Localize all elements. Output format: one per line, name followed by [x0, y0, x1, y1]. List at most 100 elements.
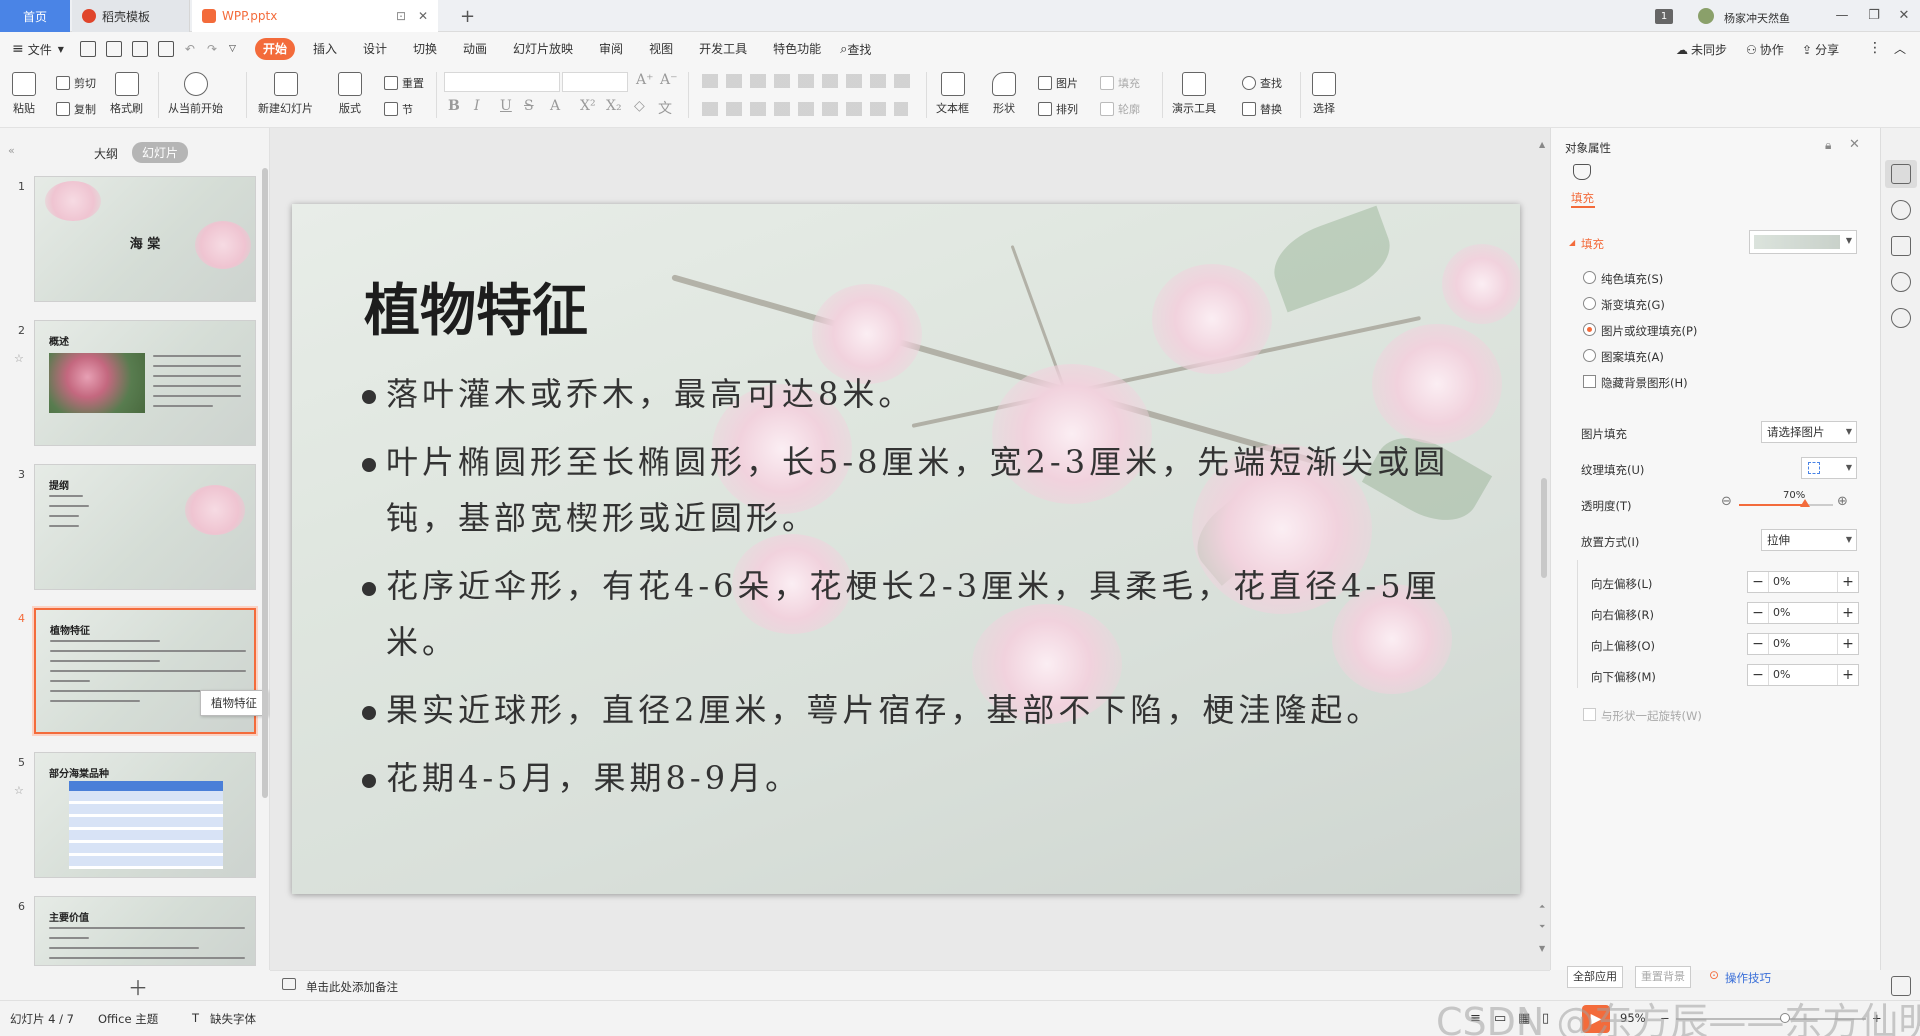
offset-right-value[interactable]: 0% [1768, 603, 1838, 623]
tab-transition[interactable]: 切换 [405, 38, 445, 60]
layers-icon[interactable] [1891, 236, 1911, 256]
cut-button[interactable]: 剪切 [56, 74, 96, 92]
undo-icon[interactable]: ↶ [185, 42, 195, 56]
paragraph-tools-row1[interactable] [702, 74, 916, 88]
radio-gradient-fill[interactable] [1583, 297, 1596, 310]
slide-thumbnail-3[interactable]: 提纲 [34, 464, 256, 590]
picture-button[interactable]: 图片 [1038, 74, 1078, 92]
bullet-item[interactable]: 叶片椭圆形至长椭圆形，长5-8厘米，宽2-3厘米，先端短渐尖或圆钝，基部宽楔形或… [362, 434, 1452, 546]
radio-picture-fill-label[interactable]: 图片或纹理填充(P) [1601, 323, 1697, 339]
prev-slide-icon[interactable]: ⏶ [1539, 902, 1545, 912]
offset-left-value[interactable]: 0% [1768, 572, 1838, 592]
transparency-increase-icon[interactable]: ⊕ [1837, 494, 1848, 509]
arrange-button[interactable]: 排列 [1038, 100, 1078, 118]
fill-bucket-icon[interactable] [1573, 164, 1591, 180]
collapse-ribbon-icon[interactable]: ︿ [1894, 40, 1906, 57]
bullet-item[interactable]: 果实近球形，直径2厘米，萼片宿存，基部不下陷，梗洼隆起。 [362, 682, 1452, 738]
notes-pane[interactable]: 单击此处添加备注 [270, 970, 1550, 1000]
superscript-icon[interactable]: X² [580, 98, 596, 114]
reset-background-button[interactable]: 重置背景 [1635, 966, 1691, 988]
tab-document[interactable]: WPP.pptx ⊡ ✕ [192, 0, 438, 32]
radio-gradient-fill-label[interactable]: 渐变填充(G) [1601, 297, 1665, 313]
strikethrough-icon[interactable]: S [524, 98, 534, 114]
hide-background-label[interactable]: 隐藏背景图形(H) [1601, 375, 1688, 391]
print-icon[interactable] [131, 41, 148, 57]
offset-bottom-spinner[interactable]: −0% + [1747, 664, 1859, 686]
tab-insert[interactable]: 插入 [305, 38, 345, 60]
subscript-icon[interactable]: X₂ [606, 98, 622, 114]
play-from-current-button[interactable]: 从当前开始 [168, 72, 223, 116]
canvas-scrollbar[interactable] [1541, 478, 1547, 578]
layout-button[interactable]: 版式 [338, 72, 362, 116]
collab-button[interactable]: ⚇ 协作 [1746, 41, 1784, 58]
transparency-decrease-icon[interactable]: ⊖ [1721, 494, 1732, 509]
help-icon[interactable] [1891, 272, 1911, 292]
transparency-slider[interactable] [1739, 499, 1833, 507]
radio-pattern-fill-label[interactable]: 图案填充(A) [1601, 349, 1664, 365]
underline-icon[interactable]: U [500, 98, 512, 114]
tab-developer[interactable]: 开发工具 [691, 38, 755, 60]
bullet-item[interactable]: 花期4-5月，果期8-9月。 [362, 750, 1452, 806]
font-family-dropdown[interactable] [444, 72, 560, 92]
offset-bottom-value[interactable]: 0% [1768, 665, 1838, 685]
add-slide-icon[interactable]: ＋ [128, 972, 148, 1001]
star-icon[interactable] [1891, 200, 1911, 220]
replace-button[interactable]: 替换 [1242, 100, 1282, 118]
notes-placeholder[interactable]: 单击此处添加备注 [306, 979, 398, 995]
tab-view[interactable]: 视图 [641, 38, 681, 60]
tab-fill[interactable]: 填充 [1571, 190, 1594, 206]
tab-review[interactable]: 审阅 [591, 38, 631, 60]
new-tab-button[interactable]: + [450, 0, 485, 32]
placement-dropdown[interactable]: 拉伸 ▼ [1761, 529, 1857, 551]
increment-icon[interactable]: + [1838, 665, 1858, 685]
share-button[interactable]: ⇪ 分享 [1802, 41, 1839, 58]
section-button[interactable]: 节 [384, 100, 413, 118]
format-painter-button[interactable]: 格式刷 [110, 72, 143, 116]
tab-slideshow[interactable]: 幻灯片放映 [505, 38, 581, 60]
tab-special[interactable]: 特色功能 [765, 38, 829, 60]
lock-icon[interactable]: 🔒︎ [1825, 138, 1831, 153]
offset-top-value[interactable]: 0% [1768, 634, 1838, 654]
panel-title[interactable]: 对象属性 [1565, 140, 1611, 156]
fill-button[interactable]: 填充 [1100, 74, 1140, 92]
decrement-icon[interactable]: − [1748, 665, 1768, 685]
slide-canvas[interactable]: 植物特征 落叶灌木或乔木，最高可达8米。 叶片椭圆形至长椭圆形，长5-8厘米，宽… [292, 204, 1520, 894]
radio-solid-fill[interactable] [1583, 271, 1596, 284]
shape-button[interactable]: 形状 [992, 72, 1016, 116]
offset-left-spinner[interactable]: −0% + [1747, 571, 1859, 593]
tab-animation[interactable]: 动画 [455, 38, 495, 60]
apply-all-button[interactable]: 全部应用 [1567, 966, 1623, 988]
increment-icon[interactable]: + [1838, 603, 1858, 623]
maximize-button[interactable]: ❐ [1864, 6, 1884, 26]
sync-status[interactable]: ☁ 未同步 [1676, 41, 1727, 58]
bold-icon[interactable]: B [448, 98, 460, 114]
tab-home-ribbon[interactable]: 开始 [254, 38, 295, 60]
slide-thumbnail-5[interactable]: 部分海棠品种 [34, 752, 256, 878]
copy-button[interactable]: 复制 [56, 100, 96, 118]
next-slide-icon[interactable]: ⏷ [1539, 922, 1545, 932]
quick-access-more-icon[interactable]: ▽ [229, 44, 236, 54]
avatar[interactable] [1698, 8, 1714, 24]
rotate-with-shape-checkbox[interactable] [1583, 708, 1596, 721]
select-button[interactable]: 选择 [1312, 72, 1336, 116]
outline-button[interactable]: 轮廓 [1100, 100, 1140, 118]
radio-pattern-fill[interactable] [1583, 349, 1596, 362]
clear-format-icon[interactable]: ◇ [634, 98, 645, 114]
fill-section-label[interactable]: 填充 [1581, 236, 1604, 252]
tab-pin-icon[interactable]: ⊡ [396, 9, 406, 23]
tab-slides[interactable]: 幻灯片 [132, 142, 189, 163]
italic-icon[interactable]: I [474, 98, 480, 114]
close-button[interactable]: ✕ [1894, 6, 1914, 26]
texture-fill-dropdown[interactable]: ▼ [1801, 457, 1857, 479]
textbox-button[interactable]: 文本框 [936, 72, 969, 116]
search-command[interactable]: ⌕ 查找 [840, 41, 871, 58]
decrement-icon[interactable]: − [1748, 572, 1768, 592]
print-preview-icon[interactable] [157, 41, 174, 57]
radio-picture-fill[interactable] [1583, 323, 1596, 336]
tips-link[interactable]: 操作技巧 [1725, 970, 1771, 986]
increase-font-icon[interactable]: A⁺ [636, 72, 654, 88]
presentation-tools-button[interactable]: 演示工具 [1172, 72, 1216, 116]
paragraph-tools-row2[interactable] [702, 102, 908, 116]
section-expand-icon[interactable]: ◢ [1569, 238, 1575, 247]
slide-thumbnail-6[interactable]: 主要价值 [34, 896, 256, 966]
